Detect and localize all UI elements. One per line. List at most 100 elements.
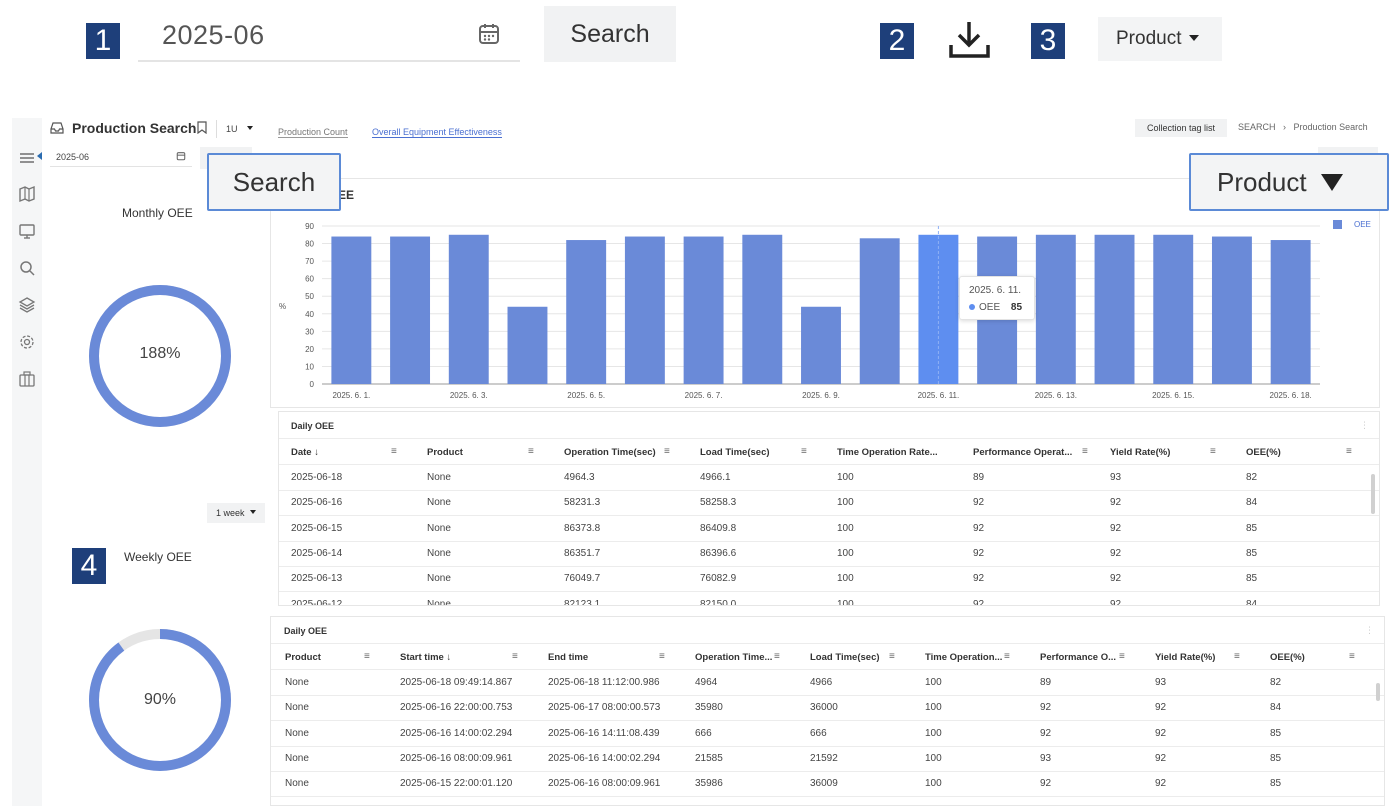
table-cell: 93 (1155, 677, 1167, 688)
column-menu-icon[interactable]: ≡ (801, 446, 807, 457)
column-header[interactable]: Start time ↓ (400, 652, 451, 663)
table-row[interactable] (271, 695, 1384, 696)
bar (448, 234, 489, 384)
column-menu-icon[interactable]: ≡ (1119, 651, 1125, 662)
table-cell: 92 (1155, 702, 1167, 714)
search-icon[interactable] (17, 258, 37, 278)
x-tick-label: 2025. 6. 15. (1152, 391, 1194, 400)
tab-production-count[interactable]: Production Count (278, 122, 348, 140)
table-cell: 92 (1110, 497, 1122, 509)
month-picker[interactable]: 2025-06 (50, 147, 192, 167)
column-header[interactable]: Time Operation... (925, 652, 1002, 663)
month-picker-enlarged[interactable]: 2025-06 (138, 8, 520, 62)
collection-tag-list-button[interactable]: Collection tag list (1135, 119, 1227, 137)
table-row[interactable] (279, 565, 1379, 567)
y-tick-label: 0 (310, 380, 315, 389)
table-cell: 666 (695, 727, 712, 739)
table-cell: 2025-06-18 09:49:14.867 (400, 677, 513, 688)
gear-icon[interactable] (17, 332, 37, 352)
column-header[interactable]: Performance Operat... (973, 447, 1072, 458)
column-header[interactable]: Yield Rate(%) (1155, 652, 1215, 663)
column-header[interactable]: End time (548, 652, 588, 663)
bookmark-icon[interactable] (197, 121, 207, 139)
column-header[interactable]: Product (427, 447, 463, 458)
column-header[interactable]: Load Time(sec) (700, 447, 770, 458)
map-icon[interactable] (17, 184, 37, 204)
unit-select[interactable]: 1U (216, 120, 253, 138)
column-menu-icon[interactable]: ≡ (774, 651, 780, 662)
search-button-callout[interactable]: Search (207, 153, 341, 211)
table-cell: 2025-06-18 (291, 472, 343, 483)
column-header[interactable]: OEE(%) (1270, 652, 1305, 663)
product-dropdown-callout[interactable]: Product (1189, 153, 1389, 211)
annotation-badge-2: 2 (880, 23, 914, 59)
column-menu-icon[interactable]: ≡ (889, 651, 895, 662)
column-menu-icon[interactable]: ≡ (1234, 651, 1240, 662)
column-menu-icon[interactable]: ≡ (1210, 446, 1216, 457)
table-scrollbar[interactable] (1371, 474, 1375, 514)
column-menu-icon[interactable]: ≡ (1346, 446, 1352, 457)
table-cell: 92 (1040, 702, 1052, 714)
toolbox-icon[interactable] (17, 369, 37, 389)
layers-icon[interactable] (17, 295, 37, 315)
table-cell: 93 (1110, 472, 1122, 483)
y-tick-label: 70 (305, 257, 314, 266)
table-row[interactable] (279, 515, 1379, 517)
column-header[interactable]: Date ↓ (291, 447, 319, 458)
monthly-oee-value: 188% (139, 345, 181, 362)
detail-table-title: Daily OEE (284, 626, 328, 636)
column-header[interactable]: Load Time(sec) (810, 652, 880, 663)
sidebar-collapse-arrow-icon[interactable] (37, 152, 42, 160)
table-row[interactable] (271, 796, 1384, 798)
table-cell: None (427, 522, 451, 534)
chart-tooltip-date: 2025. 6. 11. (969, 285, 1022, 296)
table-cell: 21592 (810, 752, 838, 764)
period-select[interactable]: 1 week (207, 503, 265, 523)
table-scrollbar[interactable] (1376, 683, 1380, 701)
column-header[interactable]: Time Operation Rate... (837, 447, 938, 458)
breadcrumb-item-search[interactable]: SEARCH (1238, 122, 1276, 132)
column-header[interactable]: Operation Time(sec) (564, 447, 656, 458)
table-cell: None (285, 702, 309, 714)
column-menu-icon[interactable]: ≡ (364, 651, 370, 662)
column-header[interactable]: OEE(%) (1246, 447, 1281, 458)
column-header[interactable]: Performance O... (1040, 652, 1116, 663)
table-cell: 100 (925, 702, 942, 714)
table-row[interactable] (271, 770, 1384, 772)
table-cell: 86409.8 (700, 522, 737, 534)
product-dropdown-enlarged[interactable]: Product (1098, 17, 1222, 61)
oee-bar-chart: 0 10 20 30 40 50 60 70 80 90% 2025. 6. 1. 2025. 6. … (279, 220, 1371, 400)
column-menu-icon[interactable]: ≡ (512, 651, 518, 662)
column-menu-icon[interactable]: ≡ (659, 651, 665, 662)
table-cell: 2025-06-13 (291, 573, 343, 585)
menu-icon[interactable] (17, 148, 37, 168)
column-menu-icon[interactable]: ≡ (1004, 651, 1010, 662)
table-row[interactable] (279, 591, 1379, 593)
download-icon[interactable] (945, 18, 995, 62)
table-row[interactable] (279, 540, 1379, 542)
column-header[interactable]: Product (285, 652, 321, 663)
table-row[interactable] (279, 490, 1379, 491)
table-cell: 100 (837, 472, 854, 483)
table-row[interactable] (271, 720, 1384, 722)
legend-label: OEE (1354, 220, 1371, 229)
page-title: Production Search (72, 120, 197, 136)
tab-oee[interactable]: Overall Equipment Effectiveness (372, 122, 502, 140)
table-cell: 100 (925, 727, 942, 739)
calendar-icon[interactable] (176, 148, 186, 168)
table-cell: 84 (1246, 598, 1258, 606)
column-menu-icon[interactable]: ≡ (1082, 446, 1088, 457)
search-button-enlarged[interactable]: Search (544, 6, 676, 62)
column-menu-icon[interactable]: ≡ (1349, 651, 1355, 662)
x-tick-label: 2025. 6. 9. (802, 391, 840, 400)
column-menu-icon[interactable]: ≡ (391, 446, 397, 457)
column-menu-icon[interactable]: ≡ (528, 446, 534, 457)
column-header[interactable]: Operation Time... (695, 652, 772, 663)
table-row[interactable] (271, 745, 1384, 747)
table-cell: 2025-06-16 14:00:02.294 (548, 752, 661, 764)
column-header[interactable]: Yield Rate(%) (1110, 447, 1170, 458)
column-menu-icon[interactable]: ≡ (664, 446, 670, 457)
breadcrumb-separator-icon: › (1283, 122, 1287, 132)
monitor-icon[interactable] (17, 221, 37, 241)
calendar-icon[interactable] (478, 22, 500, 51)
